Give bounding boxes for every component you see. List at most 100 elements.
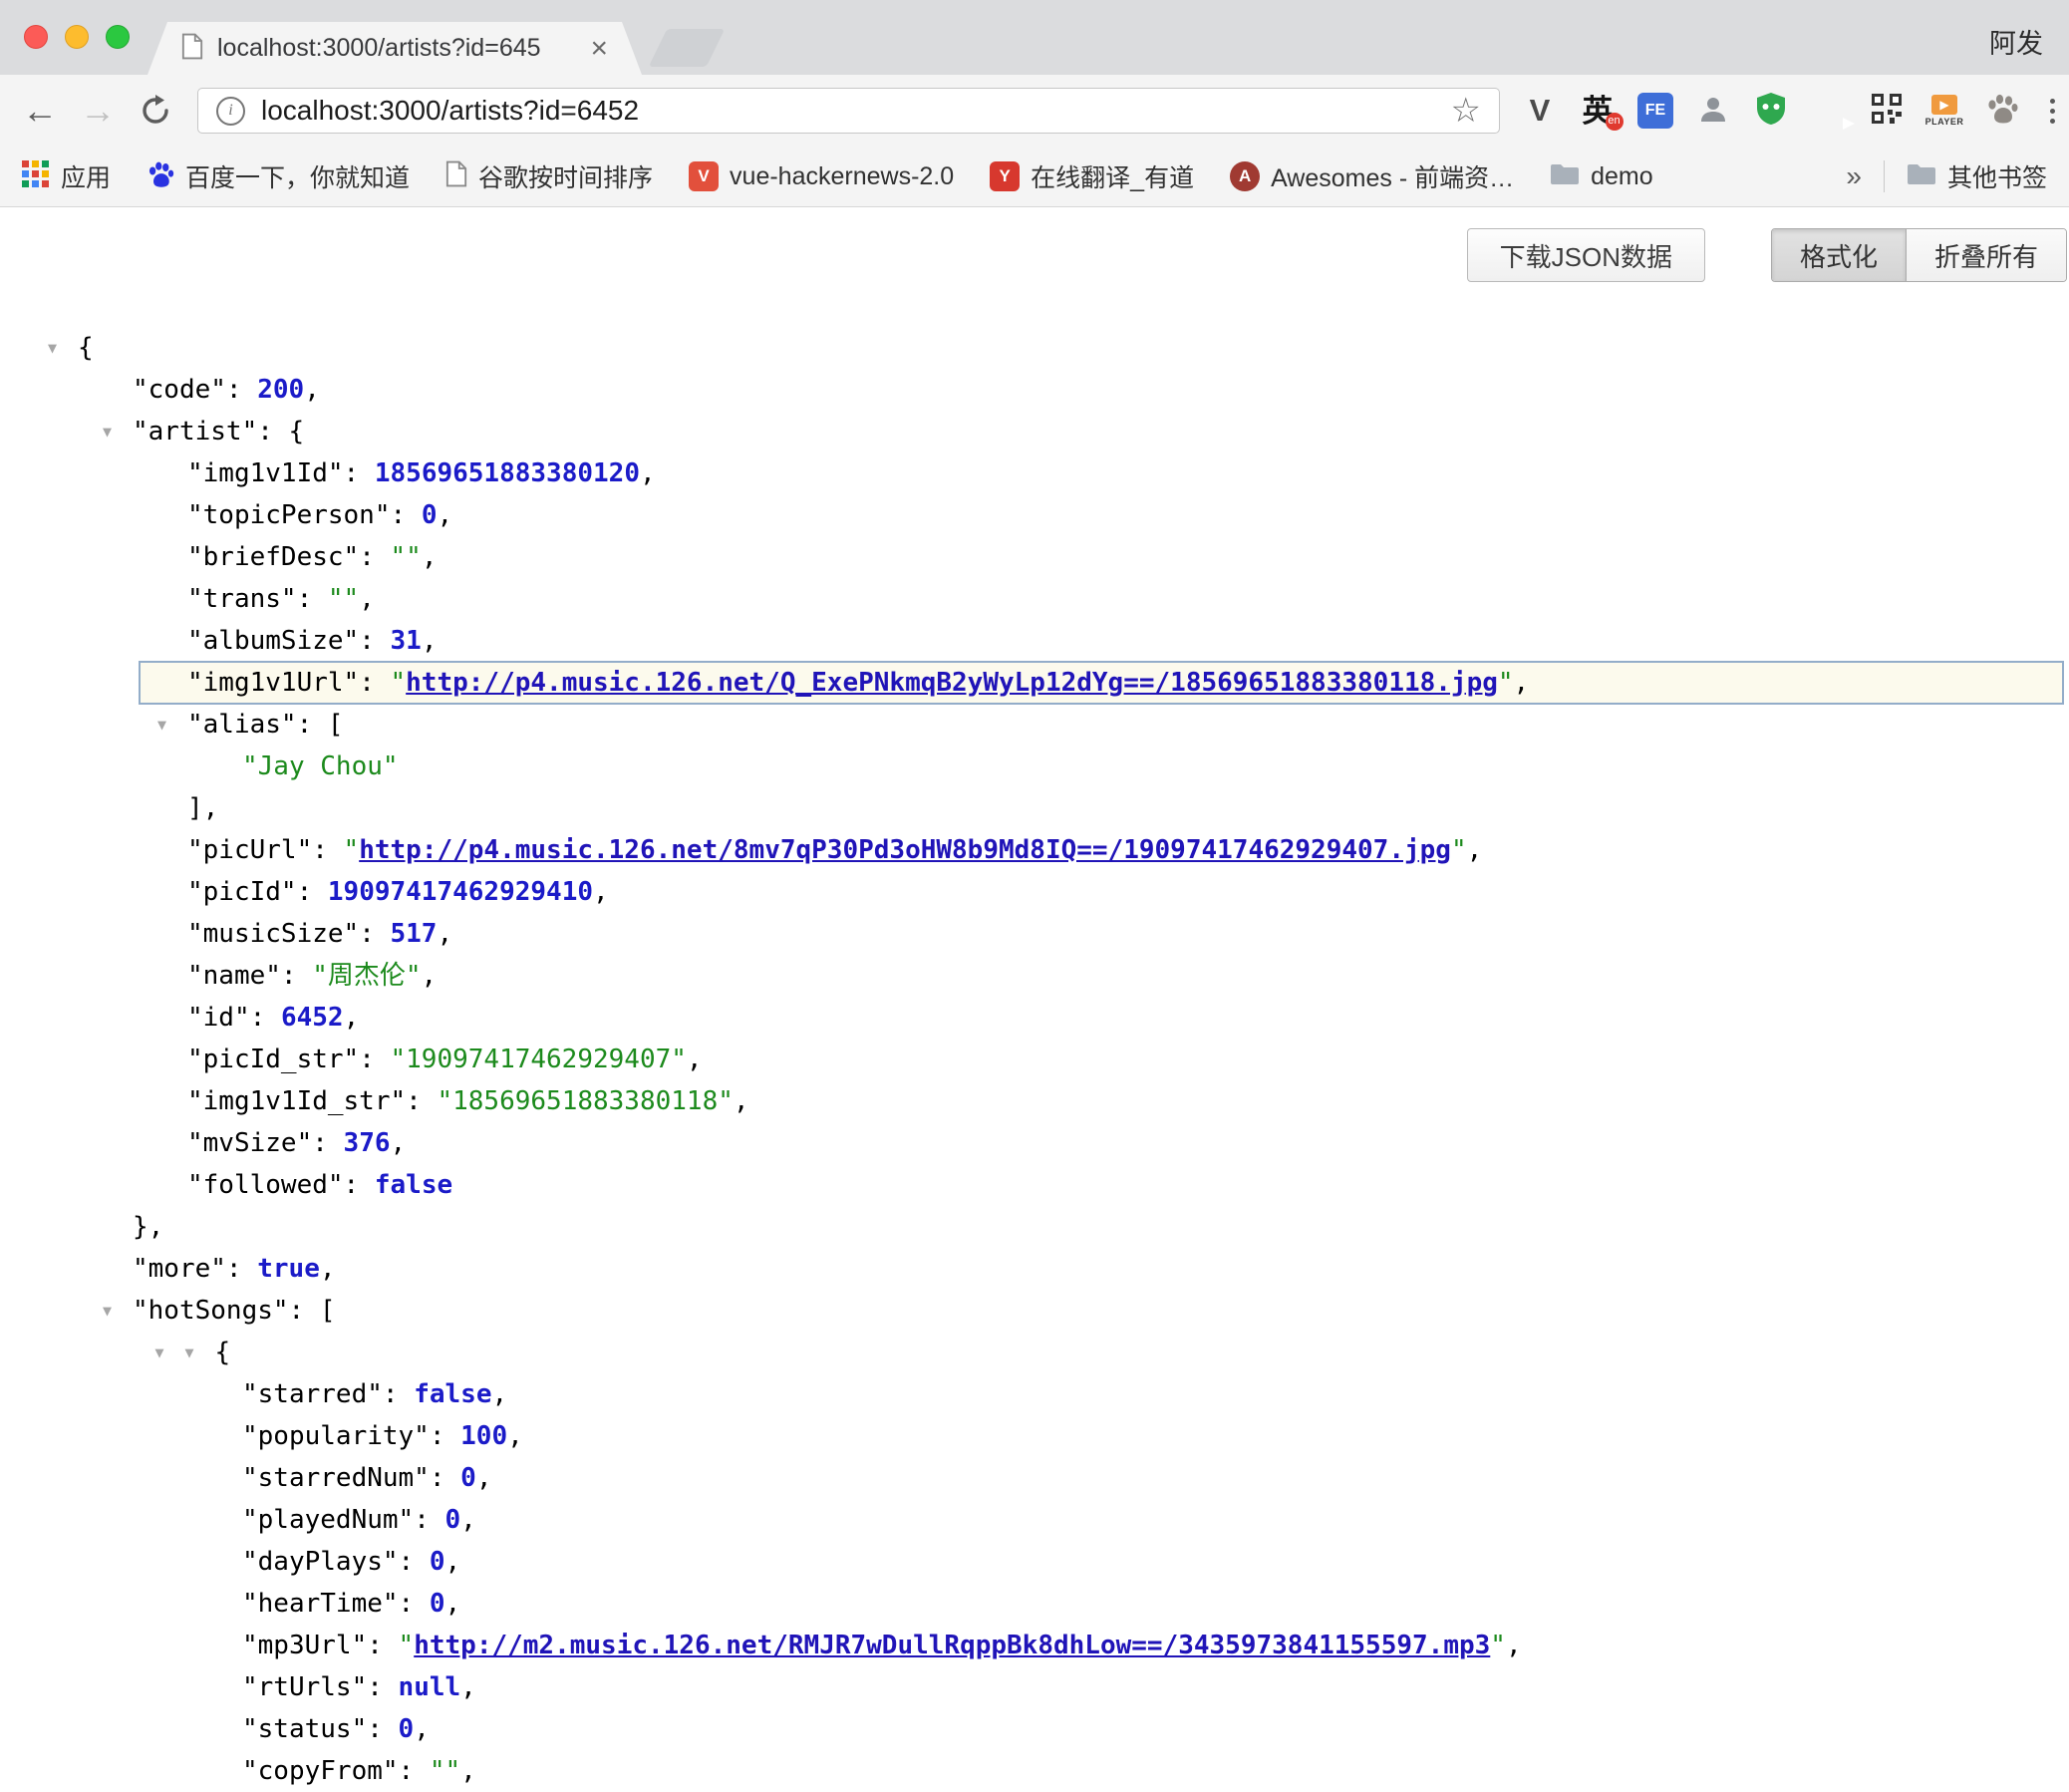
collapse-triangle-icon[interactable]: ▼ [155,1332,164,1373]
json-bracket: { [215,1338,231,1367]
json-line: "Jay Chou" [0,746,2069,787]
json-value-number: 0 [445,1505,461,1535]
json-link-value[interactable]: http://p4.music.126.net/Q_ExePNkmqB2yWyL… [406,668,1498,698]
extension-shield-icon[interactable] [1751,89,1791,133]
back-icon[interactable]: ← [22,93,58,129]
json-quote: " [1451,835,1467,865]
json-key: "copyFrom" [242,1756,399,1786]
bookmark-item[interactable]: 百度一下，你就知道 [147,158,410,194]
browser-user-label[interactable]: 阿发 [1989,22,2043,61]
site-info-icon[interactable]: i [216,97,245,126]
json-comma: , [1514,668,1530,698]
json-key: "briefDesc" [187,542,359,572]
browser-tab[interactable]: localhost:3000/artists?id=645 × [148,22,642,75]
bookmark-item[interactable]: Y在线翻译_有道 [990,158,1194,194]
json-line: "dayPlays": 0, [0,1541,2069,1583]
json-key: "name" [187,961,281,991]
forward-icon[interactable]: → [80,93,116,129]
bookmark-item[interactable]: demo [1550,162,1653,191]
extension-translate-en-icon[interactable]: 英en [1578,89,1618,133]
json-quote: " [344,835,360,865]
extension-profile-icon[interactable] [1693,89,1733,133]
maximize-window-button[interactable] [106,25,130,49]
json-line: ], [0,787,2069,829]
json-comma: , [1467,835,1483,865]
close-window-button[interactable] [24,25,48,49]
json-colon: : [344,1170,375,1200]
json-comma: , [476,1463,492,1493]
download-json-button[interactable]: 下载JSON数据 [1467,228,1705,282]
extension-paw-icon[interactable] [1982,89,2022,133]
collapse-triangle-icon[interactable]: ▼ [157,704,166,746]
collapse-triangle-icon[interactable]: ▼ [185,1332,194,1373]
collapse-triangle-icon[interactable]: ▼ [103,1290,112,1332]
json-line: "followed": false [0,1164,2069,1206]
extension-youtube-icon[interactable] [1809,89,1849,133]
address-bar[interactable]: i localhost:3000/artists?id=6452 ☆ [197,88,1500,134]
extension-vimium-icon[interactable]: V [1520,89,1560,133]
json-quote: " [391,668,407,698]
page-content: 下载JSON数据 格式化 折叠所有 ▼{"code": 200,▼"artist… [0,207,2069,1792]
json-value-number: 376 [344,1128,391,1158]
json-colon: : [399,1589,430,1619]
bookmarks-overflow-icon[interactable]: » [1846,160,1862,192]
json-comma: , [734,1086,749,1116]
browser-menu-icon[interactable] [2036,99,2069,124]
json-colon: : [250,1003,281,1033]
bookmark-item[interactable]: Vvue-hackernews-2.0 [689,161,954,191]
format-button[interactable]: 格式化 [1772,229,1906,281]
bookmarks-divider [1884,160,1885,192]
json-line: "topicPerson": 0, [0,494,2069,536]
minimize-window-button[interactable] [65,25,89,49]
json-line: "picId": 19097417462929410, [0,871,2069,913]
url-text[interactable]: localhost:3000/artists?id=6452 [261,95,1451,127]
extension-fe-icon[interactable]: FE [1635,89,1675,133]
reload-icon[interactable] [140,95,171,127]
new-tab-button[interactable] [649,29,726,67]
bookmark-label: demo [1591,162,1653,191]
collapse-triangle-icon[interactable]: ▼ [103,411,112,452]
json-quote: " [399,1631,415,1660]
json-key: "mp3Url" [242,1631,367,1660]
other-bookmarks-folder[interactable]: 其他书签 [1907,158,2047,194]
json-key: "picUrl" [187,835,312,865]
json-key: "followed" [187,1170,344,1200]
json-colon: : [281,961,312,991]
json-key: "musicSize" [187,919,359,949]
json-comma: , [437,919,452,949]
json-comma: , [687,1045,703,1074]
json-colon: : [367,1672,398,1702]
bookmark-label: 应用 [61,158,111,194]
tab-strip: localhost:3000/artists?id=645 × 阿发 [0,0,2069,75]
json-colon: : [226,1254,257,1284]
json-colon: : [399,1756,430,1786]
bookmark-items: 应用百度一下，你就知道谷歌按时间排序 Vvue-hackernews-2.0 Y在线… [22,158,1653,194]
json-link-value[interactable]: http://m2.music.126.net/RMJR7wDullRqppBk… [414,1631,1490,1660]
bookmark-item[interactable]: AAwesomes - 前端资… [1230,158,1514,194]
extension-qr-code-icon[interactable] [1867,89,1907,133]
json-comma: , [422,961,438,991]
json-line: "albumSize": 31, [0,620,2069,662]
json-bracket: } [133,1212,148,1242]
tab-close-icon[interactable]: × [590,34,608,64]
json-comma: , [422,626,438,656]
json-value-bool: false [375,1170,452,1200]
json-comma: , [320,1254,336,1284]
page-icon [181,33,203,65]
json-value-number: 0 [399,1714,415,1744]
bookmark-item[interactable]: 谷歌按时间排序 [445,158,653,194]
json-value-string: "18569651883380118" [437,1086,733,1116]
browser-toolbar: ← → i localhost:3000/artists?id=6452 ☆ V… [0,75,2069,147]
collapse-triangle-icon[interactable]: ▼ [48,327,57,369]
json-colon: : [289,1296,320,1326]
collapse-all-button[interactable]: 折叠所有 [1906,229,2066,281]
json-bracket: ] [187,793,203,823]
extension-player-icon[interactable]: ▶PLAYER [1924,89,1964,133]
json-line: "img1v1Id_str": "18569651883380118", [0,1080,2069,1122]
bookmark-item[interactable]: 应用 [22,158,111,194]
json-line: "status": 0, [0,1708,2069,1750]
bookmark-star-icon[interactable]: ☆ [1451,94,1481,128]
json-colon: : [399,1547,430,1577]
json-link-value[interactable]: http://p4.music.126.net/8mv7qP30Pd3oHW8b… [359,835,1451,865]
json-colon: : [430,1421,460,1451]
